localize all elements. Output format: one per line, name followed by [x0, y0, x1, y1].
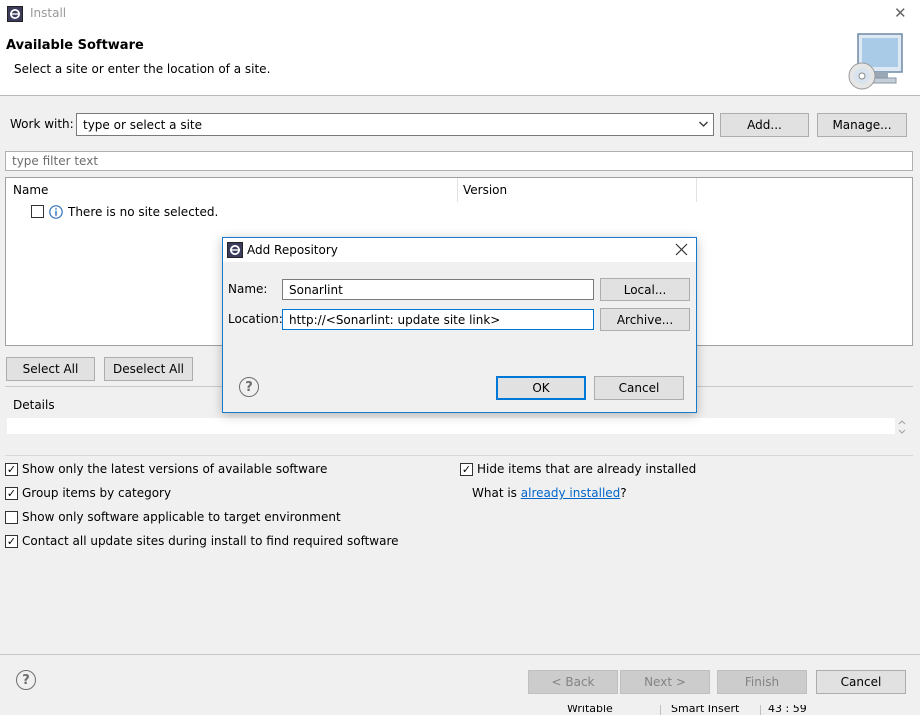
deselect-all-button[interactable]: Deselect All: [104, 357, 193, 381]
info-icon: [49, 205, 63, 219]
group-by-category-checkbox[interactable]: ✓: [5, 487, 18, 500]
target-env-label: Show only software applicable to target …: [22, 510, 341, 524]
status-bar: Writable Smart Insert 43 : 59: [0, 705, 920, 715]
table-header: Name Version: [6, 178, 912, 202]
latest-versions-label: Show only the latest versions of availab…: [22, 462, 328, 476]
status-position: 43 : 59: [768, 705, 807, 715]
repository-name-value: Sonarlint: [289, 282, 343, 297]
dialog-name-label: Name:: [228, 282, 268, 296]
table-row: There is no site selected.: [6, 202, 912, 222]
install-computer-icon: [846, 32, 906, 92]
scroll-arrows-icon[interactable]: [896, 418, 908, 436]
latest-versions-checkbox[interactable]: ✓: [5, 463, 18, 476]
status-divider: [760, 705, 761, 715]
status-insert-mode: Smart Insert: [671, 705, 740, 715]
dialog-cancel-button[interactable]: Cancel: [594, 376, 684, 400]
dialog-location-label: Location:: [228, 312, 283, 326]
header-banner: Available Software Select a site or ente…: [0, 28, 920, 96]
cancel-button[interactable]: Cancel: [816, 670, 906, 694]
select-all-button[interactable]: Select All: [6, 357, 95, 381]
title-bar: Install ✕: [0, 0, 920, 28]
group-by-category-label: Group items by category: [22, 486, 172, 500]
column-divider: [457, 178, 458, 202]
repository-name-input[interactable]: Sonarlint: [282, 279, 594, 300]
next-button[interactable]: Next >: [620, 670, 710, 694]
dialog-close-icon[interactable]: [675, 243, 688, 256]
filter-input[interactable]: type filter text: [5, 151, 913, 171]
window-title: Install: [30, 6, 67, 20]
hide-installed-checkbox[interactable]: ✓: [460, 463, 473, 476]
window-close-button[interactable]: ✕: [894, 4, 907, 22]
work-with-value: type or select a site: [83, 117, 203, 132]
work-with-label: Work with:: [10, 117, 74, 131]
repository-location-value: http://<Sonarlint: update site link>: [289, 312, 501, 327]
eclipse-logo-icon: [227, 242, 243, 258]
repository-location-input[interactable]: http://<Sonarlint: update site link>: [282, 309, 594, 330]
dialog-title: Add Repository: [247, 243, 338, 257]
local-button[interactable]: Local...: [600, 278, 690, 301]
archive-button[interactable]: Archive...: [600, 308, 690, 331]
ok-button[interactable]: OK: [496, 376, 586, 400]
column-divider: [696, 178, 697, 202]
target-env-checkbox[interactable]: [5, 511, 18, 524]
page-title: Available Software: [6, 38, 144, 53]
eclipse-logo-icon: [7, 6, 23, 22]
chevron-down-icon[interactable]: [698, 118, 709, 133]
contact-sites-checkbox[interactable]: ✓: [5, 535, 18, 548]
row-checkbox[interactable]: [31, 205, 44, 218]
filter-placeholder: type filter text: [12, 154, 99, 168]
details-label: Details: [13, 398, 55, 412]
column-header-name[interactable]: Name: [13, 183, 48, 197]
footer-separator: [0, 654, 920, 655]
already-installed-line: What is already installed?: [472, 486, 627, 500]
status-writable: Writable: [567, 705, 613, 715]
dialog-title-bar: Add Repository: [223, 238, 696, 262]
details-area[interactable]: [7, 418, 895, 434]
empty-table-message: There is no site selected.: [68, 205, 219, 219]
dialog-help-icon[interactable]: ?: [239, 377, 259, 397]
manage-sites-button[interactable]: Manage...: [817, 113, 907, 137]
hide-installed-label: Hide items that are already installed: [477, 462, 697, 476]
column-header-version[interactable]: Version: [463, 183, 507, 197]
page-subtitle: Select a site or enter the location of a…: [14, 62, 271, 76]
what-is-suffix: ?: [620, 486, 627, 500]
status-divider: [660, 705, 661, 715]
help-icon[interactable]: ?: [16, 670, 36, 690]
work-with-combo[interactable]: type or select a site: [76, 113, 714, 136]
finish-button[interactable]: Finish: [717, 670, 807, 694]
already-installed-link[interactable]: already installed: [521, 486, 621, 500]
what-is-prefix: What is: [472, 486, 521, 500]
contact-sites-label: Contact all update sites during install …: [22, 534, 399, 548]
add-site-button[interactable]: Add...: [720, 113, 809, 137]
add-repository-dialog: Add Repository Name: Sonarlint Local... …: [222, 237, 697, 413]
back-button[interactable]: < Back: [528, 670, 618, 694]
